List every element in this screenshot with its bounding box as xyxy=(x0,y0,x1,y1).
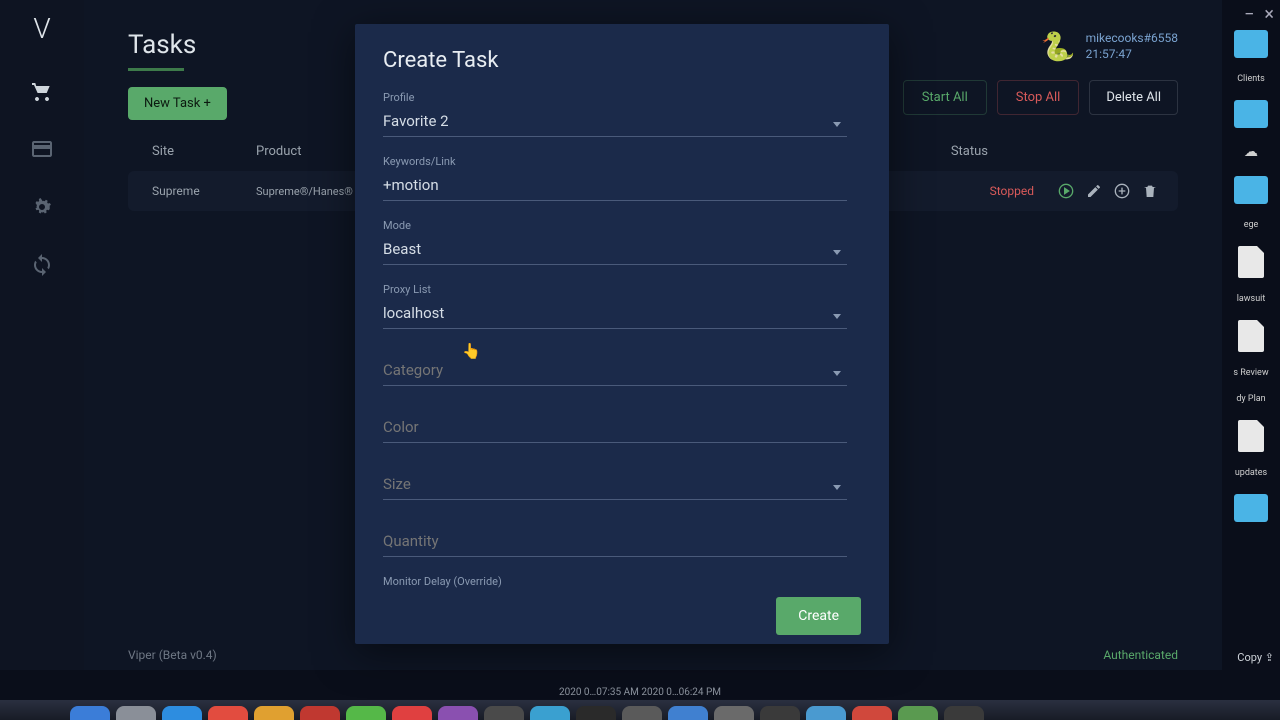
dock-app[interactable] xyxy=(714,706,754,720)
dock-app[interactable] xyxy=(484,706,524,720)
duplicate-icon[interactable] xyxy=(1114,183,1130,199)
copy-label: Copy ⇪ xyxy=(1237,651,1274,664)
create-task-modal: Create Task Profile Keywords/Link Mode P… xyxy=(355,24,889,644)
dock-app[interactable] xyxy=(254,706,294,720)
dock-app[interactable] xyxy=(116,706,156,720)
col-site: Site xyxy=(128,144,248,159)
folder-icon[interactable] xyxy=(1234,176,1268,204)
dock-app[interactable] xyxy=(576,706,616,720)
dock-app[interactable] xyxy=(300,706,340,720)
timestamp: 2020 0…07:35 AM 2020 0…06:24 PM xyxy=(559,687,721,698)
chevron-down-icon xyxy=(833,250,841,255)
size-select[interactable] xyxy=(383,461,847,500)
new-task-button[interactable]: New Task + xyxy=(128,87,227,120)
start-all-button[interactable]: Start All xyxy=(903,80,987,115)
create-button[interactable]: Create xyxy=(776,597,861,635)
monitor-delay-label: Monitor Delay (Override) xyxy=(383,575,847,588)
cart-icon[interactable] xyxy=(30,79,54,103)
file-label: dy Plan xyxy=(1223,394,1279,404)
folder-icon[interactable] xyxy=(1234,100,1268,128)
desktop-icons: Clients ☁ ege lawsuit s Review dy Plan u… xyxy=(1222,30,1280,650)
page-title: Tasks xyxy=(84,0,240,68)
file-icon[interactable] xyxy=(1238,420,1264,452)
user-badge: 🐍 mikecooks#6558 21:57:47 xyxy=(1041,30,1178,63)
dock-app[interactable] xyxy=(852,706,892,720)
minimize-button[interactable]: − xyxy=(1244,4,1254,25)
edit-icon[interactable] xyxy=(1086,183,1102,199)
keywords-input[interactable] xyxy=(383,172,847,201)
app-logo: V xyxy=(33,12,50,45)
dock-app[interactable] xyxy=(162,706,202,720)
keywords-label: Keywords/Link xyxy=(383,155,847,168)
category-select[interactable] xyxy=(383,347,847,386)
dock-app[interactable] xyxy=(944,706,984,720)
mode-label: Mode xyxy=(383,219,847,232)
chevron-down-icon xyxy=(833,371,841,376)
python-icon: 🐍 xyxy=(1041,30,1076,63)
close-button[interactable]: × xyxy=(1264,4,1274,25)
chevron-down-icon xyxy=(833,314,841,319)
user-name: mikecooks#6558 xyxy=(1086,31,1178,47)
dock-app[interactable] xyxy=(70,706,110,720)
cloud-icon: ☁ xyxy=(1244,144,1258,160)
quantity-input[interactable] xyxy=(383,518,847,557)
modal-title: Create Task xyxy=(383,48,861,73)
chevron-down-icon xyxy=(833,122,841,127)
sidebar-rail: V xyxy=(0,0,84,670)
dock-app[interactable] xyxy=(622,706,662,720)
proxy-select[interactable] xyxy=(383,300,847,329)
folder-label: Clients xyxy=(1223,74,1279,84)
refresh-icon[interactable] xyxy=(30,253,54,277)
folder-icon[interactable] xyxy=(1234,30,1268,58)
dock-app[interactable] xyxy=(346,706,386,720)
dock-app[interactable] xyxy=(208,706,248,720)
dock-app[interactable] xyxy=(530,706,570,720)
file-icon[interactable] xyxy=(1238,246,1264,278)
trash-icon[interactable] xyxy=(1142,183,1158,199)
dock-app[interactable] xyxy=(760,706,800,720)
dock-app[interactable] xyxy=(898,706,938,720)
row-status: Stopped xyxy=(990,184,1058,198)
stop-all-button[interactable]: Stop All xyxy=(997,80,1080,115)
color-input[interactable] xyxy=(383,404,847,443)
dock xyxy=(60,702,1220,720)
proxy-label: Proxy List xyxy=(383,283,847,296)
dock-app[interactable] xyxy=(806,706,846,720)
row-site: Supreme xyxy=(128,184,248,198)
mode-select[interactable] xyxy=(383,236,847,265)
dock-app[interactable] xyxy=(438,706,478,720)
file-label: s Review xyxy=(1223,368,1279,378)
file-label: updates xyxy=(1223,468,1279,478)
dock-app[interactable] xyxy=(668,706,708,720)
profile-label: Profile xyxy=(383,91,847,104)
dock-app[interactable] xyxy=(392,706,432,720)
profile-select[interactable] xyxy=(383,108,847,137)
gear-icon[interactable] xyxy=(30,195,54,219)
play-icon[interactable] xyxy=(1058,183,1074,199)
chevron-down-icon xyxy=(833,485,841,490)
auth-status: Authenticated xyxy=(1103,648,1178,662)
file-icon[interactable] xyxy=(1238,320,1264,352)
version-label: Viper (Beta v0.4) xyxy=(128,648,217,662)
footer: Viper (Beta v0.4) Authenticated xyxy=(84,640,1222,670)
file-label: lawsuit xyxy=(1223,294,1279,304)
delete-all-button[interactable]: Delete All xyxy=(1089,80,1178,115)
folder-label: ege xyxy=(1223,220,1279,230)
user-time: 21:57:47 xyxy=(1086,47,1178,63)
folder-icon[interactable] xyxy=(1234,494,1268,522)
card-icon[interactable] xyxy=(30,137,54,161)
